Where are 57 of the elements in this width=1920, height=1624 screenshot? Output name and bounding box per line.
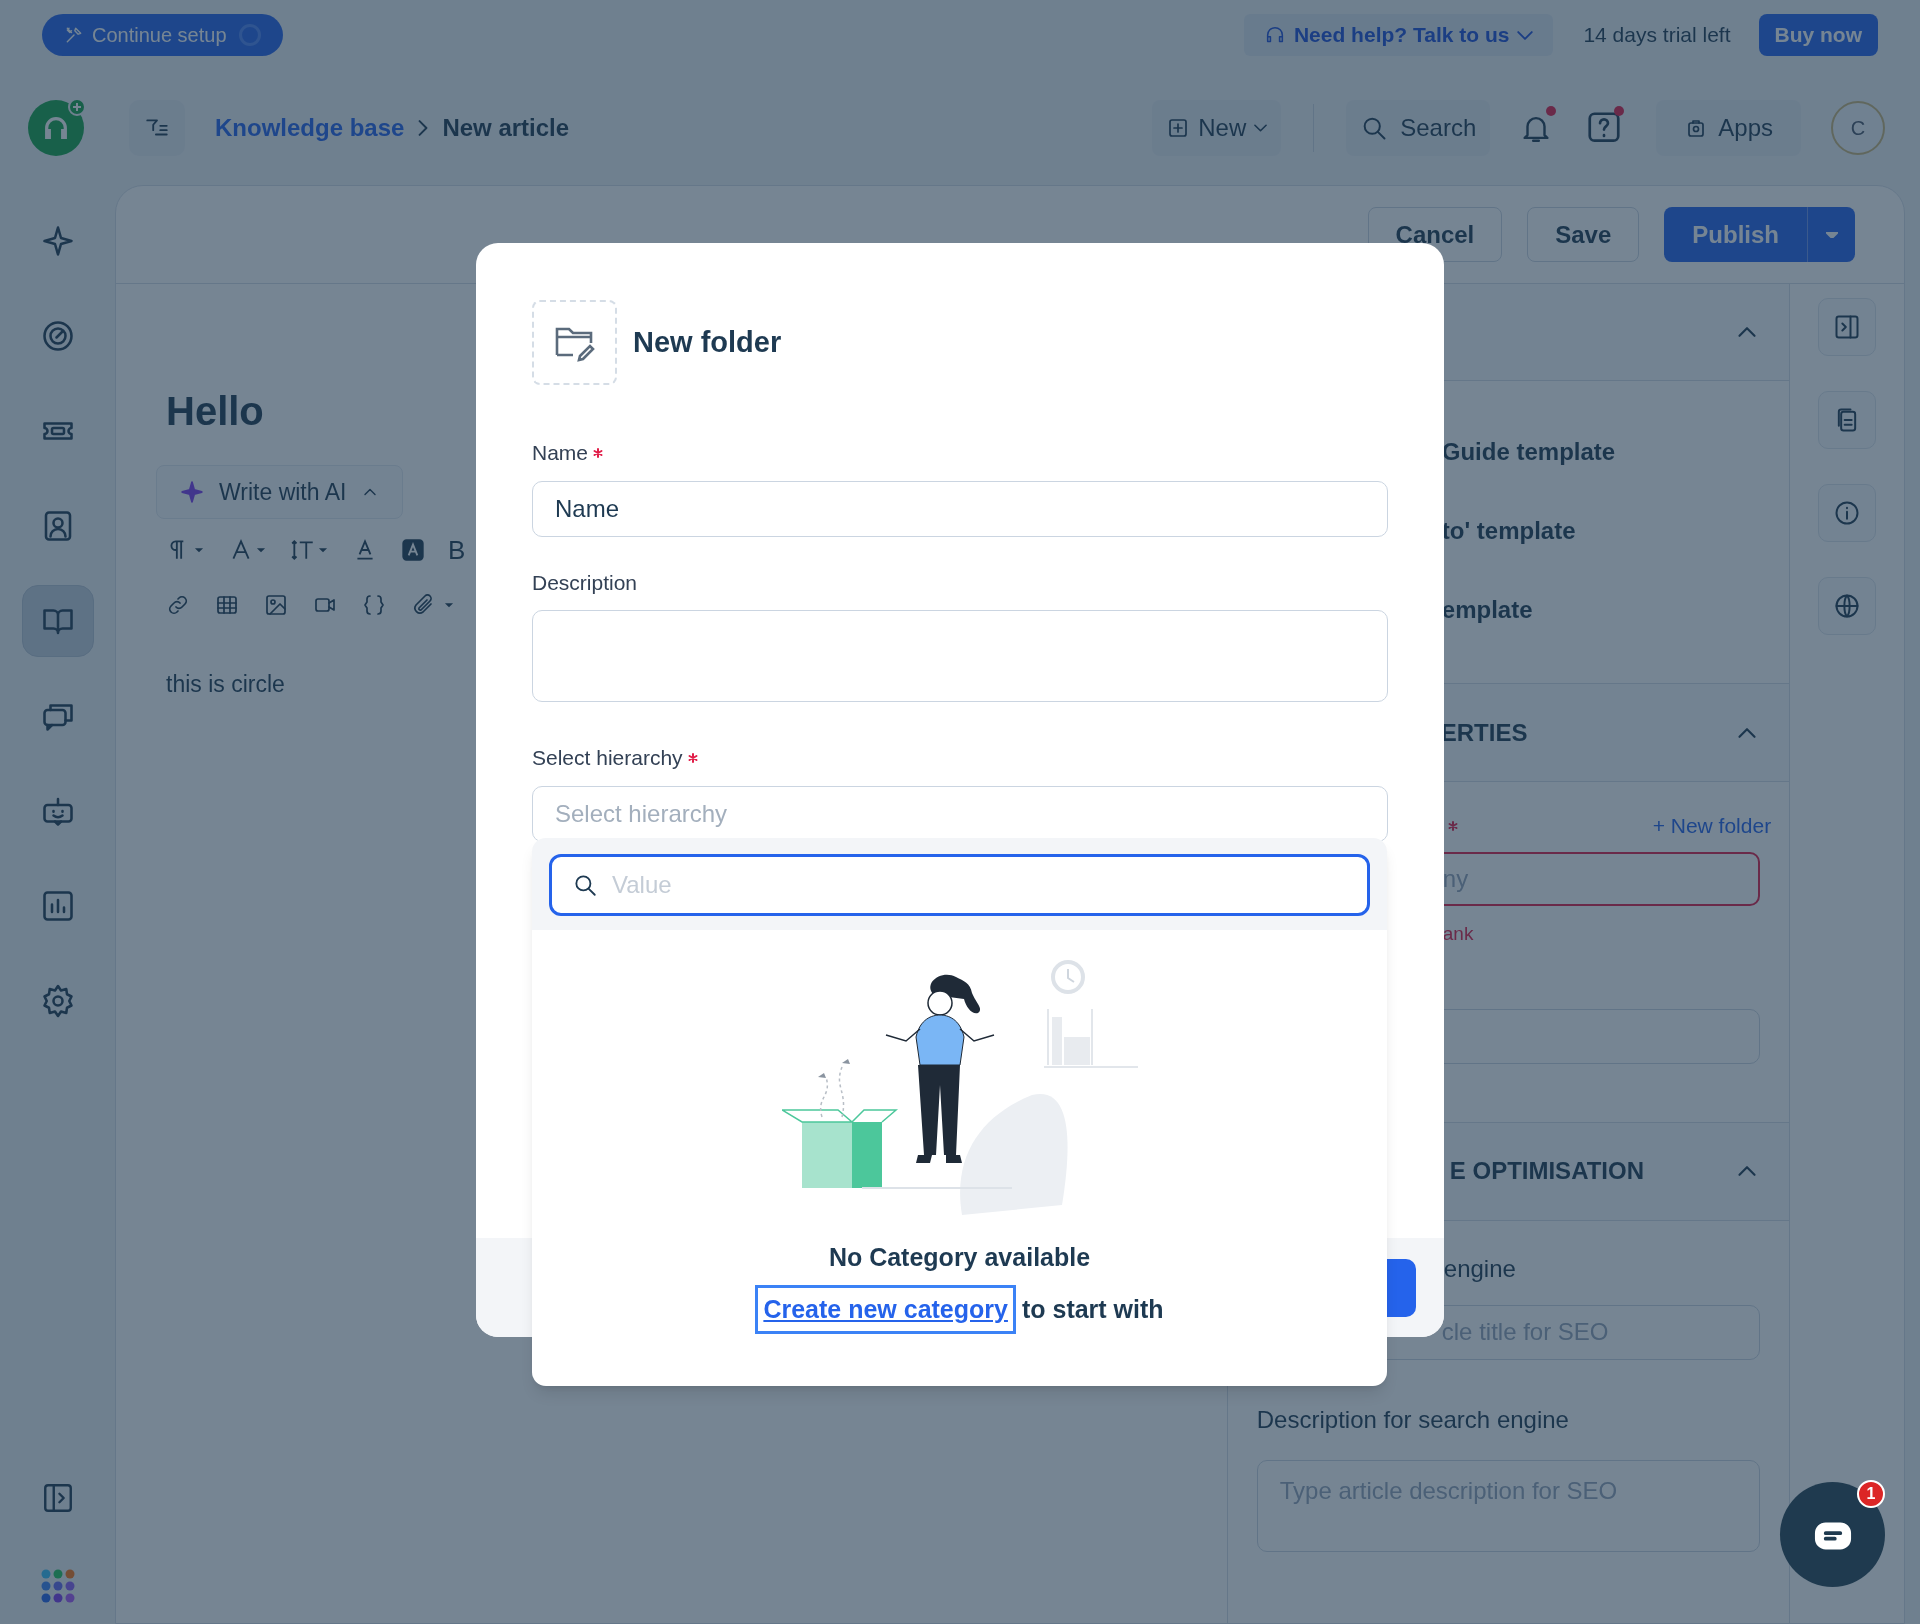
trial-text: 14 days trial left [1583,22,1731,49]
description-input[interactable] [532,610,1388,702]
image-icon [264,593,288,617]
caret-down-icon [1825,231,1838,238]
search-icon [572,872,598,898]
tools-icon [64,25,84,45]
bold-tool[interactable]: B [448,537,466,563]
breadcrumb-current: New article [442,112,570,143]
write-with-ai-button[interactable]: Write with AI [156,465,404,519]
action-button[interactable]: Save [1527,207,1640,262]
link-icon [166,593,190,617]
apps-button[interactable]: Apps [1656,99,1801,156]
dropdown-search-field[interactable]: Value [549,854,1370,916]
side-tool-button[interactable] [1818,484,1877,542]
new-folder-link[interactable]: + New folder [1652,810,1772,842]
chevron-up-icon [1738,327,1757,337]
logo-icon[interactable] [28,99,84,156]
help-button[interactable]: Need help? Talk to us [1243,14,1554,56]
chevron-down-icon [1254,123,1268,132]
field-label: Description for search engine [1256,1404,1570,1435]
create-category-link[interactable]: Create new category [755,1284,1016,1334]
code-braces-icon [362,593,386,617]
breadcrumb-link[interactable]: Knowledge base [215,109,405,146]
chevron-down-icon [1517,30,1534,40]
app-grid-icon[interactable] [39,1568,76,1604]
chevron-up-icon [1738,727,1757,738]
field-label: Description [532,569,638,596]
empty-state-title: No Category available [828,1242,1091,1273]
new-button[interactable]: New [1152,99,1282,156]
buy-now-button[interactable]: Buy now [1758,14,1878,56]
publish-split-button[interactable]: Publish [1664,207,1855,262]
search-button[interactable]: Search [1346,99,1491,156]
filter-button[interactable] [129,99,185,156]
chevron-up-icon [1738,1166,1757,1176]
breadcrumb-chevron-icon [418,119,429,136]
error-text: ank [1441,922,1475,946]
modal-title: New folder [633,324,782,360]
highlight-icon[interactable] [400,537,426,563]
field-label: engine [1442,1253,1517,1284]
user-avatar[interactable]: C [1831,100,1885,155]
line-height-icon[interactable] [290,537,330,563]
field-label: Select hierarchy [532,745,683,771]
side-tool-button[interactable] [1818,391,1877,449]
sparkle-icon [179,479,205,505]
side-tool-button[interactable] [1818,298,1877,356]
continue-setup-button[interactable]: Continue setup [42,14,283,56]
section-title: E OPTIMISATION [1449,1156,1644,1186]
table-icon [215,593,239,617]
search-placeholder: Value [612,870,672,900]
attachment-icon [411,593,435,617]
sidebar-item[interactable] [21,585,94,657]
side-tool-button[interactable] [1818,577,1877,635]
folder-edit-icon [532,300,617,385]
message-suffix: to start with [1021,1293,1164,1325]
name-input[interactable]: Name [532,480,1388,537]
section-title: ERTIES [1440,717,1528,748]
field-label: Name [532,440,589,466]
